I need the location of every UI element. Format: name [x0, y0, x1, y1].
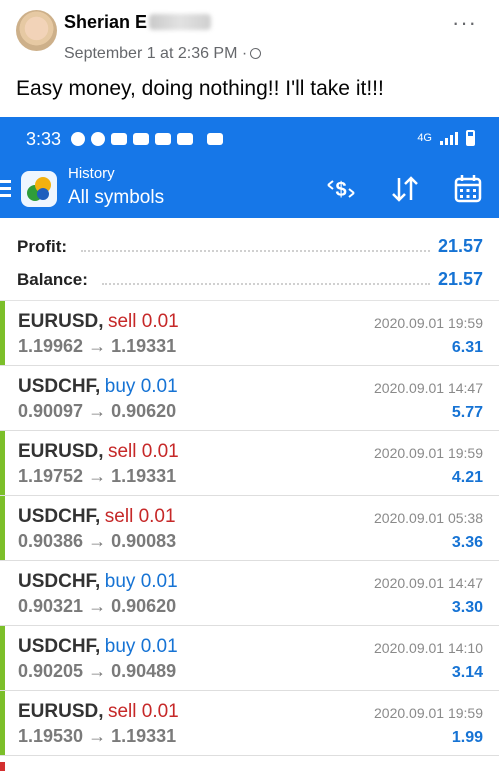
deal-time: 2020.09.01 14:47 [374, 380, 483, 396]
leader-dots [101, 275, 430, 285]
deal-time: 2020.09.01 19:59 [374, 705, 483, 721]
svg-text:$: $ [335, 179, 346, 201]
youtube-icon [177, 133, 194, 145]
deal-time: 2020.09.01 19:59 [374, 315, 483, 331]
balance-value: 21.57 [437, 269, 483, 289]
deal-prices: 1.19752 → 1.19331 [18, 466, 177, 486]
deal-prices: 0.90386 → 0.90083 [18, 531, 177, 551]
profit-value: 21.57 [437, 236, 483, 256]
deal-symbol: EURUSD, [18, 701, 104, 722]
deal-row[interactable]: EURUSD, sell 0.01 1.19530 → 1.19331 2020… [0, 691, 499, 756]
deal-prices: 0.90097 → 0.90620 [18, 401, 177, 421]
more-notifications-icon [207, 133, 224, 145]
youtube-icon [111, 133, 128, 145]
deal-marker [0, 762, 5, 771]
network-type: 4G [417, 132, 432, 144]
currency-exchange-icon[interactable]: $ [325, 173, 357, 205]
status-bar: 3:33 4G [0, 117, 499, 161]
deal-row[interactable]: USDCHF, buy 0.01 0.90321 → 0.90620 2020.… [0, 561, 499, 626]
deal-side: sell 0.01 [107, 701, 179, 722]
deal-side: buy 0.01 [104, 636, 178, 657]
messenger-icon [71, 132, 86, 146]
post-caption: Easy money, doing nothing!! I'll take it… [16, 77, 384, 100]
deal-side: sell 0.01 [107, 311, 179, 332]
app-toolbar: History All symbols $ [0, 161, 499, 218]
deal-row[interactable]: USDCHF, buy 0.01 0.90205 → 0.90489 2020.… [0, 626, 499, 691]
deal-list: EURUSD, sell 0.01 1.19962 → 1.19331 2020… [0, 301, 499, 756]
redacted-surname [149, 14, 212, 30]
deal-side: buy 0.01 [104, 376, 178, 397]
deal-profit: 6.31 [451, 339, 483, 356]
deal-marker [0, 626, 5, 690]
deal-profit: 3.14 [451, 664, 483, 681]
profit-row: Profit: 21.57 [17, 230, 483, 263]
youtube-icon [133, 133, 150, 145]
account-summary: Profit: 21.57 Balance: 21.57 [0, 218, 499, 301]
deal-symbol: USDCHF, [18, 506, 101, 527]
deal-row[interactable]: USDCHF, sell 0.01 0.90386 → 0.90083 2020… [0, 496, 499, 561]
status-right: 4G [417, 130, 475, 146]
battery-icon [466, 130, 475, 146]
deal-time: 2020.09.01 05:38 [374, 510, 483, 526]
check-icon [91, 132, 106, 146]
deal-prices: 0.90205 → 0.90489 [18, 661, 177, 681]
screen-title: History [68, 165, 115, 182]
deal-symbol: EURUSD, [18, 441, 104, 462]
profit-label: Profit: [17, 236, 68, 256]
avatar[interactable] [16, 10, 57, 51]
deal-symbol: EURUSD, [18, 311, 104, 332]
deal-marker [0, 691, 5, 755]
deal-time: 2020.09.01 14:47 [374, 575, 483, 591]
post-author[interactable]: Sherian E [64, 12, 212, 33]
deal-symbol: USDCHF, [18, 571, 101, 592]
deal-symbol: USDCHF, [18, 636, 101, 657]
deal-marker [0, 496, 5, 560]
youtube-icon [155, 133, 172, 145]
deal-profit: 4.21 [451, 469, 483, 486]
deal-profit: 1.99 [451, 729, 483, 746]
deal-time: 2020.09.01 19:59 [374, 445, 483, 461]
deal-side: buy 0.01 [104, 571, 178, 592]
leader-dots [81, 242, 430, 252]
deal-marker [0, 301, 5, 365]
more-options-button[interactable]: ··· [452, 10, 477, 36]
deal-prices: 0.90321 → 0.90620 [18, 596, 177, 616]
globe-icon [250, 48, 262, 59]
post-meta: September 1 at 2:36 PM · [64, 45, 262, 63]
deal-marker [0, 431, 5, 495]
deal-side: sell 0.01 [107, 441, 179, 462]
balance-row: Balance: 21.57 [17, 263, 483, 296]
deal-symbol: USDCHF, [18, 376, 101, 397]
trading-app-screenshot: 3:33 4G History All symbols $ Profit: 21… [0, 117, 499, 771]
signal-icon [440, 131, 458, 145]
facebook-post-header: Sherian E September 1 at 2:36 PM · ··· E… [0, 0, 499, 115]
balance-label: Balance: [17, 269, 88, 289]
menu-icon[interactable] [0, 180, 11, 197]
symbol-filter[interactable]: All symbols [68, 187, 164, 209]
metatrader-logo-icon [21, 171, 57, 207]
post-date[interactable]: September 1 at 2:36 PM [64, 45, 237, 62]
deal-row[interactable]: EURUSD, sell 0.01 1.19752 → 1.19331 2020… [0, 431, 499, 496]
deal-profit: 3.30 [451, 599, 483, 616]
meta-separator: · [241, 45, 248, 62]
calendar-icon[interactable] [452, 173, 484, 205]
status-time: 3:33 [26, 128, 62, 149]
deal-side: sell 0.01 [104, 506, 176, 527]
sort-icon[interactable] [389, 173, 421, 205]
deal-profit: 3.36 [451, 534, 483, 551]
deal-profit: 5.77 [451, 404, 483, 421]
notification-icons [71, 132, 224, 146]
deal-row[interactable]: USDCHF, buy 0.01 0.90097 → 0.90620 2020.… [0, 366, 499, 431]
deal-row[interactable]: EURUSD, sell 0.01 1.19962 → 1.19331 2020… [0, 301, 499, 366]
deal-time: 2020.09.01 14:10 [374, 640, 483, 656]
deal-prices: 1.19530 → 1.19331 [18, 726, 177, 746]
author-name[interactable]: Sherian E [64, 12, 147, 32]
deal-prices: 1.19962 → 1.19331 [18, 336, 177, 356]
